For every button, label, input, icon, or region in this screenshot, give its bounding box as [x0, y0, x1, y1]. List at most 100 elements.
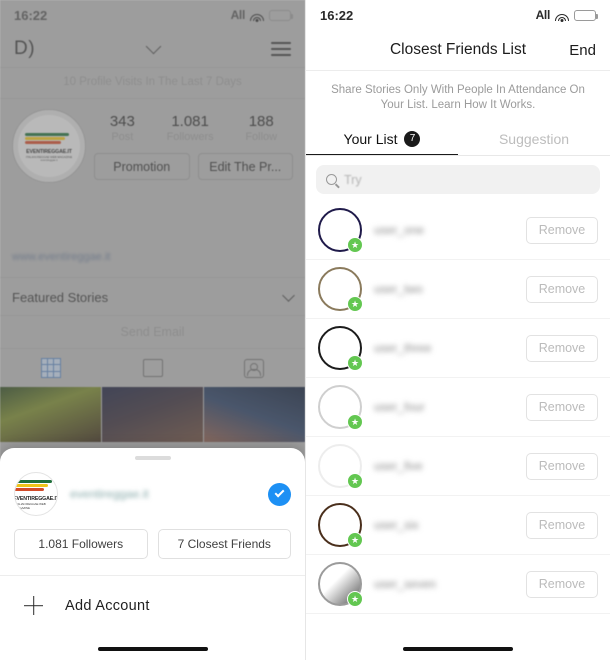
edit-profile-button[interactable]: Edit The Pr...	[197, 153, 293, 180]
home-indicator	[403, 647, 513, 651]
star-badge-icon: ★	[347, 532, 363, 548]
avatar[interactable]: ★	[318, 267, 363, 312]
star-badge-icon: ★	[347, 237, 363, 253]
navbar: Closest Friends List End	[306, 30, 610, 70]
hamburger-icon[interactable]	[271, 41, 291, 56]
stat-posts-value: 343	[109, 113, 135, 130]
account-name: eventireggae.it	[70, 487, 149, 501]
friend-name: user_one	[374, 223, 425, 237]
remove-button[interactable]: Remove	[526, 393, 598, 421]
tab-suggestion-label: Suggestion	[498, 131, 570, 147]
stat-following-label: Follow	[245, 131, 278, 143]
remove-button[interactable]: Remove	[526, 216, 598, 244]
account-switch-sheet: EVENTIREGGAE.IT ITALIAN REGGAE WEB MAGAZ…	[0, 448, 305, 660]
page-title: Closest Friends List	[389, 41, 527, 58]
profile-avatar[interactable]: EVENTIREGGAE.IT ITALIAN REGGAE WEB MAGAZ…	[12, 109, 86, 183]
avatar[interactable]: ★	[318, 503, 363, 548]
status-bar: 16:22 All	[0, 0, 305, 30]
tab-tagged[interactable]	[203, 349, 305, 387]
status-bar: 16:22 All	[306, 0, 610, 30]
logo-graphic	[15, 478, 57, 494]
remove-button[interactable]: Remove	[526, 334, 598, 362]
wifi-icon	[555, 10, 569, 22]
wifi-icon	[250, 10, 264, 22]
logo-subtitle: ITALIAN REGGAE WEB MAGAZINE	[15, 502, 46, 510]
account-avatar: EVENTIREGGAE.IT ITALIAN REGGAE WEB MAGAZ…	[14, 472, 58, 516]
tab-suggestion[interactable]: Suggestion	[458, 123, 610, 155]
star-badge-icon: ★	[347, 355, 363, 371]
chevron-down-icon[interactable]	[282, 288, 295, 302]
closest-friends-button[interactable]: 7 Closest Friends	[157, 529, 291, 559]
check-circle-icon[interactable]	[268, 482, 291, 506]
left-screen-profile: 16:22 All D) 10 Profile Visits In The La…	[0, 0, 305, 660]
profile-visits-banner[interactable]: 10 Profile Visits In The Last 7 Days	[0, 68, 305, 99]
avatar[interactable]: ★	[318, 326, 363, 371]
status-carrier: All	[230, 8, 246, 22]
status-time: 16:22	[14, 7, 48, 23]
send-email-button[interactable]: Send Email	[0, 315, 305, 349]
profile-navbar: D)	[0, 30, 305, 68]
avatar[interactable]: ★	[318, 208, 363, 253]
friend-name: user_seven	[374, 577, 437, 591]
stat-posts[interactable]: 343 Post	[110, 113, 135, 143]
star-badge-icon: ★	[347, 473, 363, 489]
photo-cell[interactable]	[102, 387, 203, 442]
search-placeholder: Try	[344, 172, 362, 187]
remove-button[interactable]: Remove	[526, 570, 598, 598]
list-item[interactable]: ★ user_five Remove	[306, 437, 610, 496]
search-icon	[326, 174, 337, 185]
promotion-button[interactable]: Promotion	[94, 153, 190, 180]
friend-name: user_six	[374, 518, 419, 532]
friend-name: user_two	[374, 282, 423, 296]
photo-cell[interactable]	[204, 387, 305, 442]
stat-following-value: 188	[248, 113, 274, 130]
remove-button[interactable]: Remove	[526, 275, 598, 303]
remove-button[interactable]: Remove	[526, 511, 598, 539]
stat-followers-value: 1.081	[171, 113, 209, 130]
tab-your-list[interactable]: Your List 7	[306, 123, 458, 155]
search-input[interactable]: Try	[316, 165, 600, 194]
friend-name: user_three	[374, 341, 432, 355]
add-account-label: Add Account	[65, 597, 150, 614]
featured-stories-row[interactable]: Featured Stories	[0, 277, 305, 315]
tab-grid[interactable]	[0, 349, 102, 387]
list-item[interactable]: ★ user_three Remove	[306, 319, 610, 378]
add-account-row[interactable]: Add Account	[0, 576, 305, 635]
battery-icon	[269, 9, 293, 21]
stat-following[interactable]: 188 Follow	[245, 113, 277, 143]
photo-cell[interactable]	[0, 387, 101, 442]
avatar[interactable]: ★	[318, 444, 363, 489]
stat-posts-label: Post	[111, 131, 134, 143]
list-item[interactable]: ★ user_two Remove	[306, 260, 610, 319]
tv-icon	[142, 359, 163, 377]
status-badge: 7	[404, 130, 421, 147]
featured-stories-label: Featured Stories	[12, 290, 109, 305]
chevron-down-icon[interactable]	[145, 38, 161, 54]
stat-followers[interactable]: 1.081 Followers	[167, 113, 214, 143]
tab-igtv[interactable]	[102, 349, 204, 387]
stat-followers-label: Followers	[166, 131, 214, 143]
battery-icon	[574, 9, 598, 21]
avatar-logo: EVENTIREGGAE.IT ITALIAN REGGAE WEB MAGAZ…	[18, 115, 80, 177]
remove-button[interactable]: Remove	[526, 452, 598, 480]
logo-graphic	[25, 131, 73, 147]
profile-username[interactable]: D)	[14, 38, 35, 60]
grid-icon	[40, 358, 61, 378]
profile-website[interactable]: www.eventireggae.it	[0, 251, 305, 263]
list-item[interactable]: ★ user_six Remove	[306, 496, 610, 555]
avatar[interactable]: ★	[318, 385, 363, 430]
friend-name: user_four	[374, 400, 425, 414]
status-carrier: All	[535, 8, 551, 22]
profile-stats: 343 Post 1.081 Followers 188 Follow	[94, 109, 293, 143]
end-button[interactable]: End	[569, 42, 596, 59]
tagged-icon	[244, 358, 265, 378]
dual-screenshot: 16:22 All D) 10 Profile Visits In The La…	[0, 0, 610, 660]
friends-list: ★ user_one Remove ★ user_two Remove ★ us…	[306, 201, 610, 614]
list-item[interactable]: ★ user_seven Remove	[306, 555, 610, 614]
avatar[interactable]: ★	[318, 562, 363, 607]
photo-grid	[0, 387, 305, 442]
list-item[interactable]: ★ user_one Remove	[306, 201, 610, 260]
account-row[interactable]: EVENTIREGGAE.IT ITALIAN REGGAE WEB MAGAZ…	[0, 460, 305, 516]
followers-button[interactable]: 1.081 Followers	[14, 529, 148, 559]
list-item[interactable]: ★ user_four Remove	[306, 378, 610, 437]
